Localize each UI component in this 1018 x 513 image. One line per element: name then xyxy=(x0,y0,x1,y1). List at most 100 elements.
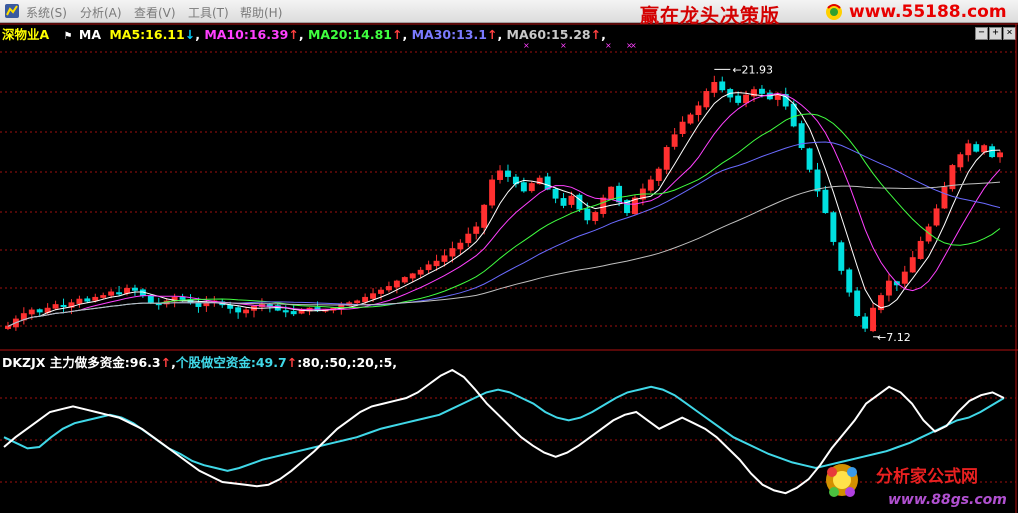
menu-analysis[interactable]: 分析(A) xyxy=(80,4,122,21)
menu-tools[interactable]: 工具(T) xyxy=(188,4,229,21)
candle-body xyxy=(528,183,535,192)
candle-body xyxy=(195,302,202,307)
candle-body xyxy=(695,105,702,116)
candle-body xyxy=(743,94,750,104)
candle-body xyxy=(282,310,289,313)
candle-body xyxy=(28,309,35,315)
ma20-arrow: ↑ xyxy=(392,27,403,42)
candle-body xyxy=(774,94,781,100)
osc-levels: :80,:50,:20,:5, xyxy=(297,355,398,370)
menu-help[interactable]: 帮助(H) xyxy=(240,4,282,21)
price-chart[interactable]: ←21.93←7.12× × × ×× 分析家公式网 www.88gs.com xyxy=(0,22,1018,513)
oscillator-legend: DKZJX 主力做多资金:96.3↑,个股做空资金:49.7↑:80,:50,:… xyxy=(0,352,397,370)
candle-body xyxy=(901,271,908,284)
ma-legend: 深物业A ⚑ MA MA5:16.11↓, MA10:16.39↑, MA20:… xyxy=(0,24,606,42)
candle-body xyxy=(870,307,877,332)
ma30-arrow: ↑ xyxy=(486,27,498,42)
ma20-value: MA20:14.81 xyxy=(307,27,392,42)
candle-body xyxy=(735,95,742,103)
candle-body xyxy=(5,325,11,329)
ma10-value: MA10:16.39 xyxy=(204,27,289,42)
candle-body xyxy=(92,296,99,301)
candle-body xyxy=(687,114,694,124)
candle-body xyxy=(981,145,988,153)
candle-body xyxy=(711,82,718,93)
candle-body xyxy=(854,290,861,316)
candle-body xyxy=(790,103,797,127)
candle-body xyxy=(147,295,154,304)
candle-body xyxy=(131,287,138,291)
candle-body xyxy=(647,179,654,191)
candle-body xyxy=(544,176,551,190)
candle-body xyxy=(838,242,845,271)
candle-body xyxy=(933,208,940,226)
candle-body xyxy=(84,298,91,302)
candle-body xyxy=(235,307,242,313)
menu-bar: 系统(S) 分析(A) 查看(V) 工具(T) 帮助(H) 赢在龙头决策版 ww… xyxy=(0,0,1018,27)
candle-body xyxy=(473,226,480,234)
ma60-arrow: ↑ xyxy=(590,27,602,42)
candle-body xyxy=(846,269,853,293)
candle-body xyxy=(560,198,567,206)
candle-body xyxy=(997,152,1003,158)
candle-body xyxy=(409,273,416,279)
candle-body xyxy=(758,88,765,94)
signal-mark: × xyxy=(560,41,567,50)
candle-body xyxy=(568,195,575,205)
candle-body xyxy=(505,170,511,177)
high-price-label: ←21.93 xyxy=(732,63,773,76)
candle-body xyxy=(957,154,964,168)
indicator-name[interactable]: DKZJX xyxy=(2,355,45,370)
stock-name[interactable]: 深物业A xyxy=(2,24,49,43)
bear-fund-arrow: ↑ xyxy=(286,355,298,370)
bear-fund-value: 个股做空资金:49.7 xyxy=(175,355,287,370)
ma-separator: , xyxy=(497,27,503,42)
candle-body xyxy=(370,293,377,299)
ma5-value: MA5:16.11 xyxy=(109,27,185,42)
ma10-arrow: ↑ xyxy=(288,27,299,42)
candle-body xyxy=(592,212,599,222)
app-window: 系统(S) 分析(A) 查看(V) 工具(T) 帮助(H) 赢在龙头决策版 ww… xyxy=(0,0,1018,513)
app-icon xyxy=(5,4,19,18)
candle-body xyxy=(497,170,503,180)
ma-label: MA xyxy=(78,27,101,42)
candle-body xyxy=(457,242,464,250)
ma5-arrow: ↓ xyxy=(184,27,196,42)
candle-body xyxy=(449,248,456,257)
candle-body xyxy=(179,297,186,300)
ma-separator: , xyxy=(402,27,408,42)
candle-body xyxy=(385,286,392,291)
signal-mark: × xyxy=(523,41,530,50)
candle-body xyxy=(76,298,83,304)
candle-body xyxy=(917,240,924,259)
menu-system[interactable]: 系统(S) xyxy=(26,4,67,21)
ma-separator: , xyxy=(195,27,200,42)
candle-body xyxy=(655,168,662,181)
ma-separator: , xyxy=(601,27,606,42)
candle-body xyxy=(806,148,813,170)
candle-body xyxy=(608,186,615,200)
candle-body xyxy=(616,185,623,203)
low-price-label: ←7.12 xyxy=(877,331,911,344)
candle-body xyxy=(600,197,607,214)
watermark-logo xyxy=(826,464,858,497)
candle-body xyxy=(290,311,297,315)
ma30-value: MA30:13.1 xyxy=(411,27,487,42)
candle-body xyxy=(227,304,234,309)
candle-body xyxy=(401,277,408,283)
candle-body xyxy=(465,233,472,244)
candle-body xyxy=(552,188,559,199)
candle-body xyxy=(489,179,496,206)
candle-body xyxy=(576,194,583,210)
candle-body xyxy=(703,91,710,108)
candle-body xyxy=(909,257,916,273)
menu-view[interactable]: 查看(V) xyxy=(134,4,176,21)
candle-body xyxy=(814,169,821,192)
candle-body xyxy=(52,304,59,309)
flag-icon: ⚑ xyxy=(63,31,73,42)
candle-body xyxy=(60,304,67,307)
candle-body xyxy=(719,81,726,91)
candle-body xyxy=(433,260,440,267)
ma-separator: , xyxy=(298,27,304,42)
candlestick-series xyxy=(5,75,1003,333)
